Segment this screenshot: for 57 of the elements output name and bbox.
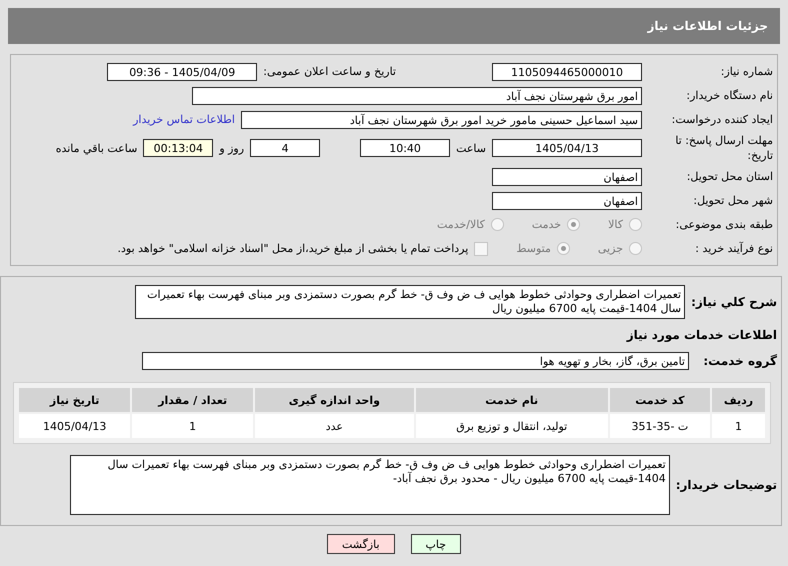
field-label: روز و [219, 142, 244, 154]
section-heading: اطلاعات خدمات مورد نیاز [626, 328, 777, 342]
column-header: واحد اندازه گیری [255, 388, 414, 412]
column-header: کد خدمت [610, 388, 710, 412]
service-group-field[interactable]: تامین برق، گاز، بخار و تهویه هوا [142, 352, 689, 370]
date-field[interactable]: 1405/04/09 - 09:36 [107, 62, 258, 80]
checkbox[interactable] [474, 242, 488, 256]
table-cell: عدد [255, 414, 414, 438]
field-label: ایجاد کننده درخواست: [670, 113, 773, 126]
buyer-field[interactable]: امور برق شهرستان نجف آباد [192, 86, 642, 104]
notes-box[interactable]: تعمیرات اضطراری وحوادثی خطوط هوایی ف ض وف ق- خط گرم بصورت دستمزدی وبر مبنای فهرست بهاء تعمیرات سال 1404-قیمت پایه 6700 میلیون ریال - محدود برق نجف آباد- [70, 455, 670, 515]
days-field[interactable]: 4 [250, 139, 320, 157]
countdown-field[interactable]: 00:13:04 [143, 139, 214, 157]
page-title: جزئیات اطلاعات نیاز [647, 19, 768, 33]
date-field[interactable]: 1405/04/13 [492, 139, 642, 157]
need-number-field[interactable]: 1105094465000010 [492, 62, 642, 80]
field-label: شرح کلي نياز: [691, 295, 777, 309]
contact-link[interactable]: اطلاعات تماس خریدار [133, 113, 235, 126]
time-field[interactable]: 10:40 [360, 139, 450, 157]
radio-button[interactable] [629, 218, 642, 231]
checkbox-label: پرداخت تمام یا بخشی از مبلغ خرید،از محل "اسناد خزانه اسلامی" خواهد بود. [118, 242, 468, 255]
radio-label: کالا [608, 218, 623, 231]
field-label: ساعت [456, 142, 486, 154]
province-field[interactable]: اصفهان [492, 168, 642, 186]
requester-field[interactable]: سید اسماعیل حسینی مامور خرید امور برق شهرستان نجف آباد [241, 110, 642, 128]
radio-button[interactable] [556, 242, 570, 255]
field-label: توضیحات خریدار: [676, 478, 777, 492]
table-cell: تولید، انتقال و توزیع برق [416, 414, 608, 438]
city-field[interactable]: اصفهان [492, 192, 642, 210]
column-header: تاریخ نیاز [19, 388, 130, 412]
column-header: تعداد / مقدار [132, 388, 254, 412]
radio-label: کالا/خدمت [437, 218, 485, 231]
table-cell: ت -35-351 [610, 414, 710, 438]
field-label: گروه خدمت: [702, 354, 777, 368]
field-label: طبقه بندی موضوعی: [674, 218, 773, 231]
radio-label: متوسط [516, 242, 551, 255]
table-cell: 1 [132, 414, 254, 438]
table-cell: 1 [712, 414, 765, 438]
column-header: نام خدمت [416, 388, 608, 412]
description-box[interactable]: تعمیرات اضطراری وحوادثی خطوط هوایی ف ض وف ق- خط گرم بصورت دستمزدی وبر مبنای فهرست بهاء تعمیرات سال 1404-قیمت پایه 6700 میلیون ریال [135, 285, 686, 319]
column-header: ردیف [712, 388, 765, 412]
radio-button[interactable] [567, 218, 580, 231]
field-label: ساعت باقي مانده [56, 142, 138, 154]
radio-label: خدمت [532, 218, 562, 231]
print-button[interactable]: چاپ [410, 534, 462, 554]
field-label: نام دستگاه خریدار: [685, 89, 773, 102]
table-cell: 1405/04/13 [19, 414, 130, 438]
field-label: مهلت ارسال پاسخ: تا تاریخ: [674, 133, 773, 163]
field-label: شهر محل تحویل: [692, 194, 773, 207]
field-label: شماره نیاز: [720, 65, 773, 78]
back-button[interactable]: بازگشت [326, 534, 395, 554]
radio-button[interactable] [629, 242, 642, 255]
radio-label: جزیی [598, 242, 623, 255]
field-label: تاریخ و ساعت اعلان عمومی: [263, 65, 396, 78]
radio-button[interactable] [490, 218, 504, 231]
field-label: استان محل تحویل: [686, 170, 773, 183]
field-label: نوع فرآیند خرید : [694, 242, 773, 255]
